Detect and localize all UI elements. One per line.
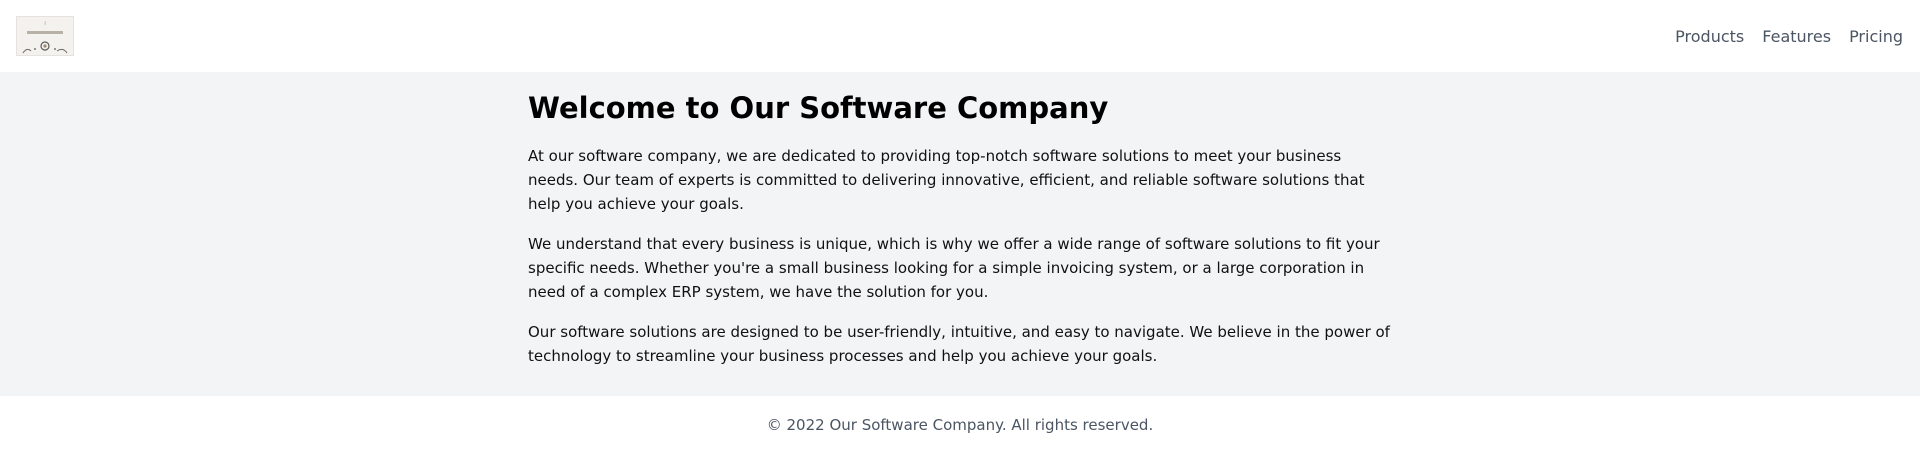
logo-image: ≀ — [17, 17, 73, 55]
site-header: ≀ Products Features Pricing — [0, 0, 1920, 72]
design-paragraph: Our software solutions are designed to b… — [528, 323, 1390, 365]
copyright-text: © 2022 Our Software Company. All rights … — [766, 416, 1154, 434]
page-title: Welcome to Our Software Company — [528, 91, 1109, 125]
main-nav: Products Features Pricing — [1675, 26, 1903, 48]
solutions-paragraph: We understand that every business is uni… — [528, 235, 1380, 301]
nav-link-products[interactable]: Products — [1675, 26, 1744, 48]
main-section: Welcome to Our Software Company At our s… — [0, 72, 1920, 396]
content-container: Welcome to Our Software Company At our s… — [528, 89, 1392, 384]
site-footer: © 2022 Our Software Company. All rights … — [0, 396, 1920, 452]
nav-link-pricing[interactable]: Pricing — [1849, 26, 1903, 48]
svg-text:≀: ≀ — [44, 20, 46, 27]
company-logo[interactable]: ≀ — [16, 16, 74, 56]
nav-link-features[interactable]: Features — [1762, 26, 1831, 48]
intro-paragraph: At our software company, we are dedicate… — [528, 147, 1365, 213]
